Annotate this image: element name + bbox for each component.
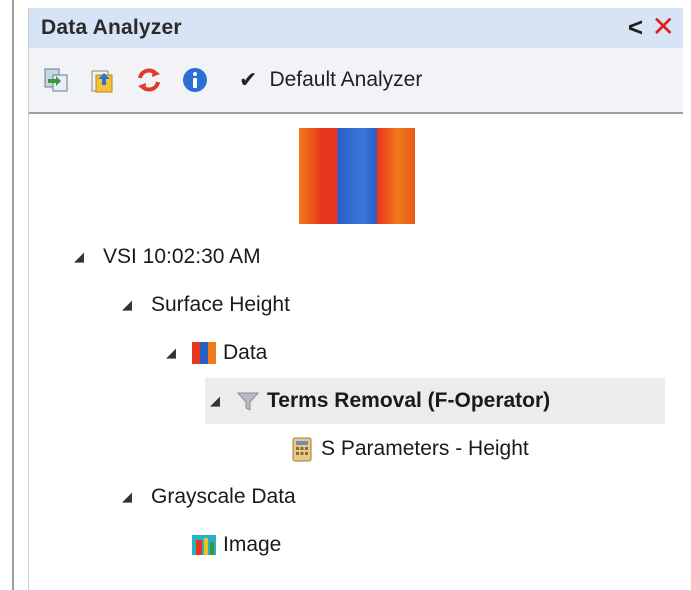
tree-node-label: S Parameters - Height <box>321 437 529 460</box>
expand-arrow-icon[interactable]: ◢ <box>161 345 181 361</box>
tree-node-data[interactable]: ◢ Data <box>161 330 267 376</box>
info-icon <box>183 68 207 92</box>
tree-node-terms-removal[interactable]: ◢ Terms Removal (F-Operator) <box>205 378 665 424</box>
expand-arrow-icon[interactable]: ◢ <box>69 249 89 265</box>
tree-node-s-parameters-height[interactable]: S Parameters - Height <box>259 426 529 472</box>
tree-node-image[interactable]: Image <box>161 522 281 568</box>
refresh-icon <box>138 68 160 92</box>
expand-arrow-icon[interactable]: ◢ <box>205 393 225 409</box>
tree-node-vsi-session[interactable]: ◢ VSI 10:02:30 AM <box>69 234 261 280</box>
export-button[interactable] <box>41 64 73 96</box>
export-icon <box>44 68 68 92</box>
data-thumbnail-icon <box>191 340 217 366</box>
panel-title: Data Analyzer <box>41 16 182 39</box>
tree-node-label: Terms Removal (F-Operator) <box>267 389 551 412</box>
expand-arrow-icon[interactable]: ◢ <box>117 297 137 313</box>
filter-icon <box>235 388 261 414</box>
tree-node-grayscale-data[interactable]: ◢ Grayscale Data <box>117 474 296 520</box>
left-frame-edge <box>0 0 28 590</box>
tree-view: ◢ VSI 10:02:30 AM ◢ Surface Height ◢ Dat… <box>29 114 683 584</box>
open-folder-icon <box>91 70 113 93</box>
tree-node-label: Image <box>223 533 282 556</box>
tree-node-label: Grayscale Data <box>151 485 296 508</box>
default-analyzer-label: Default Analyzer <box>269 68 423 91</box>
collapse-icon[interactable]: < <box>628 12 643 43</box>
open-folder-button[interactable] <box>87 64 119 96</box>
data-analyzer-panel: Data Analyzer < ✕ ✔ Default Analyzer ◢ V… <box>28 8 683 590</box>
close-icon[interactable]: ✕ <box>652 10 675 43</box>
default-analyzer-toggle[interactable]: ✔ Default Analyzer <box>239 67 422 93</box>
refresh-button[interactable] <box>133 64 165 96</box>
calculator-icon <box>289 436 315 462</box>
info-button[interactable] <box>179 64 211 96</box>
surface-thumbnail-image[interactable] <box>299 128 415 224</box>
panel-titlebar: Data Analyzer < ✕ <box>29 8 683 48</box>
image-thumbnail-icon <box>191 532 217 558</box>
expand-arrow-icon[interactable]: ◢ <box>117 489 137 505</box>
tree-node-label: VSI 10:02:30 AM <box>103 245 261 268</box>
tree-node-label: Surface Height <box>151 293 290 316</box>
checkmark-icon: ✔ <box>239 67 258 92</box>
tree-node-label: Data <box>223 341 268 364</box>
tree-node-surface-height[interactable]: ◢ Surface Height <box>117 282 290 328</box>
toolbar: ✔ Default Analyzer <box>29 48 683 114</box>
